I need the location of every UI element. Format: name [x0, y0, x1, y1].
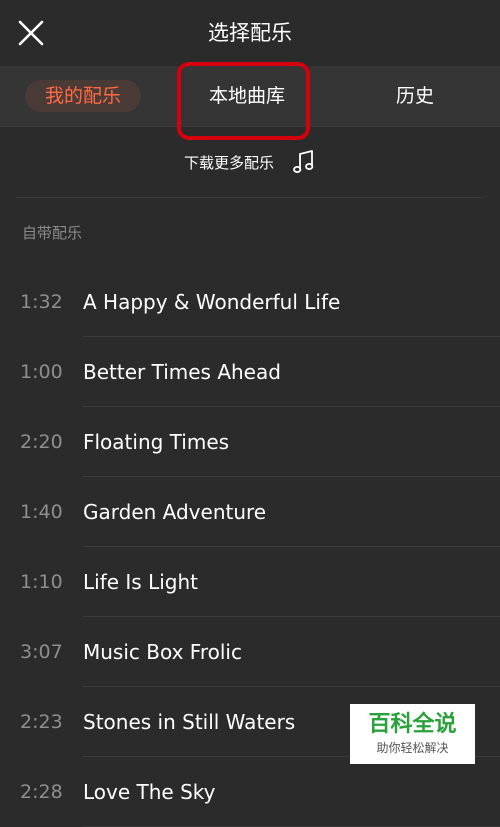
song-row[interactable]: 1:32 A Happy & Wonderful Life — [0, 267, 500, 337]
watermark-sub-text: 助你轻松解决 — [376, 741, 449, 755]
song-title: Love The Sky — [83, 780, 216, 804]
song-duration: 1:32 — [20, 291, 63, 313]
song-title: Stones in Still Waters — [83, 710, 296, 734]
song-title: Life Is Light — [83, 570, 198, 594]
song-duration: 3:07 — [20, 641, 63, 663]
song-row[interactable]: 2:20 Floating Times — [0, 407, 500, 477]
download-more-label: 下载更多配乐 — [183, 153, 274, 172]
watermark-logo: 百科全说 助你轻松解决 — [350, 704, 475, 764]
song-duration: 1:10 — [20, 571, 63, 593]
music-note-icon — [293, 150, 314, 173]
top-bar: 选择配乐 — [0, 0, 500, 66]
page-title: 选择配乐 — [208, 21, 292, 45]
section-label: 自带配乐 — [22, 224, 83, 242]
tab-history[interactable]: 历史 — [360, 66, 470, 126]
song-row[interactable]: 1:40 Garden Adventure — [0, 477, 500, 547]
song-title: Better Times Ahead — [83, 360, 281, 384]
song-row[interactable]: 1:00 Better Times Ahead — [0, 337, 500, 407]
song-duration: 2:23 — [20, 711, 63, 733]
tab-my-music[interactable]: 我的配乐 — [25, 80, 141, 112]
song-title: Garden Adventure — [83, 500, 267, 524]
tab-local-library[interactable]: 本地曲库 — [182, 66, 312, 126]
song-duration: 2:28 — [20, 781, 63, 803]
tab-bar: 我的配乐 本地曲库 历史 — [0, 66, 500, 127]
song-title: A Happy & Wonderful Life — [83, 290, 341, 314]
download-more-link[interactable]: 下载更多配乐 — [184, 140, 316, 184]
divider — [16, 197, 484, 198]
song-title: Floating Times — [83, 430, 230, 454]
watermark-main-text: 百科全说 — [368, 712, 457, 737]
song-title: Music Box Frolic — [83, 640, 242, 664]
song-duration: 1:40 — [20, 501, 63, 523]
download-more-row: 下载更多配乐 — [0, 140, 500, 184]
song-row[interactable]: 1:10 Life Is Light — [0, 547, 500, 617]
song-row[interactable]: 3:07 Music Box Frolic — [0, 617, 500, 687]
song-row[interactable]: 2:28 Love The Sky — [0, 757, 500, 827]
song-duration: 2:20 — [20, 431, 63, 453]
song-duration: 1:00 — [20, 361, 63, 383]
